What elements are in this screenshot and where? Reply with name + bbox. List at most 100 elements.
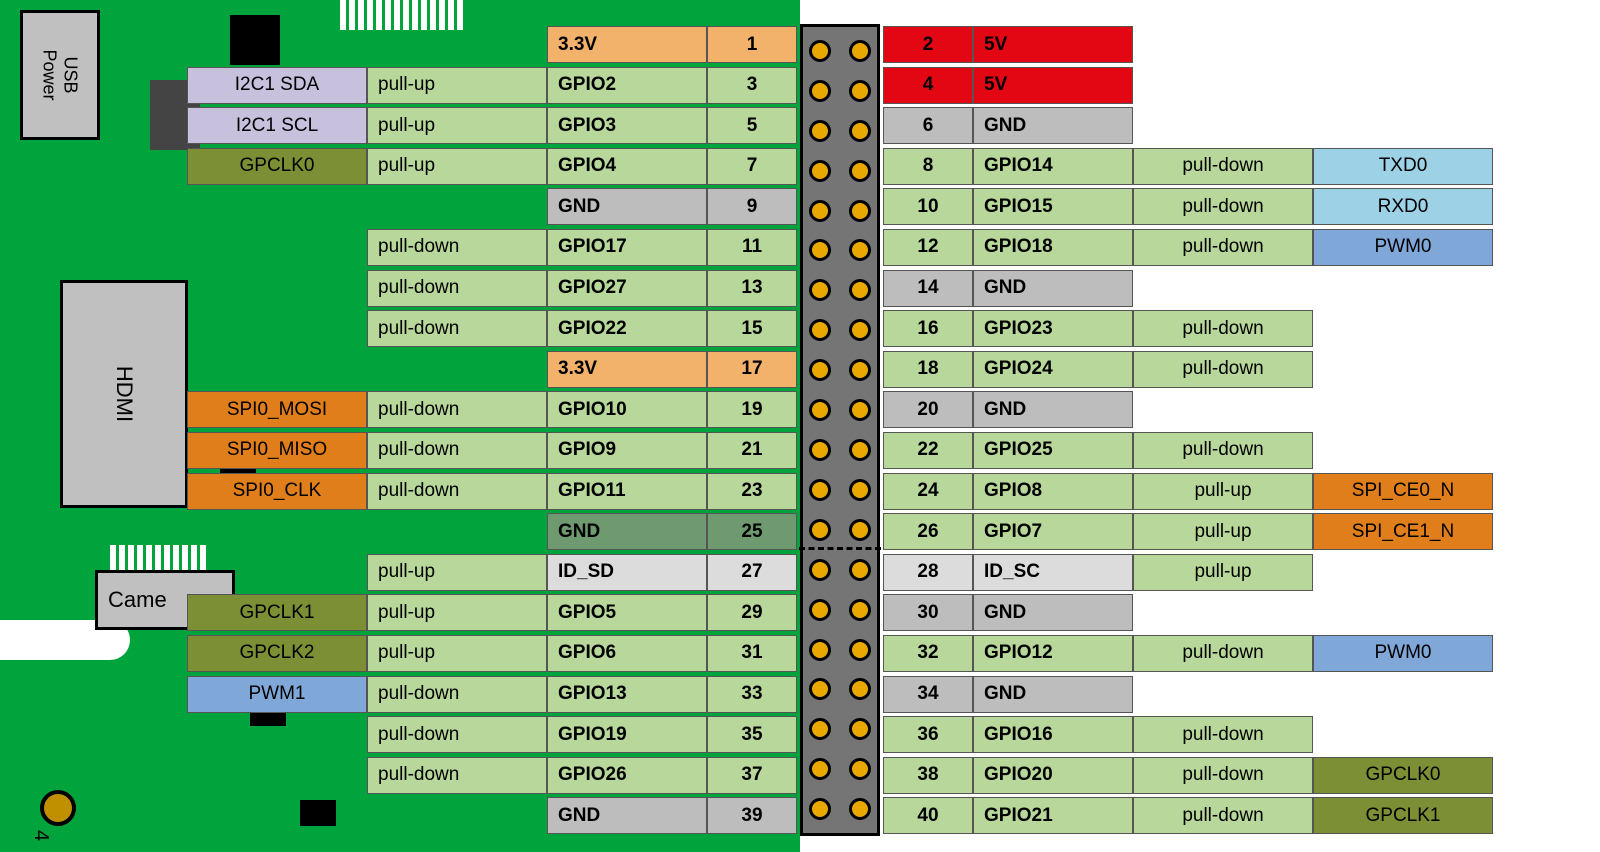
- pin-row: PWM1pull-downGPIO1333: [187, 674, 797, 715]
- gpio-pin: [849, 319, 871, 341]
- pin-number: 31: [707, 635, 797, 672]
- pin-name: GND: [973, 270, 1133, 307]
- pin-number: 10: [883, 188, 973, 225]
- pin-name: GPIO17: [547, 229, 707, 266]
- gpio-pin-row: [809, 31, 871, 71]
- gpio-pin: [809, 479, 831, 501]
- hdmi-port: HDMI: [60, 280, 188, 508]
- gpio-pin-row: [809, 270, 871, 310]
- gpio-pin: [849, 200, 871, 222]
- pin-alt-function: SPI0_MOSI: [187, 391, 367, 428]
- pin-row: pull-downGPIO2215: [367, 308, 797, 349]
- gpio-pin-row: [809, 709, 871, 749]
- pin-row: I2C1 SDApull-upGPIO23: [187, 65, 797, 106]
- pin-name: 5V: [973, 26, 1133, 63]
- pin-row: SPI0_MISOpull-downGPIO921: [187, 430, 797, 471]
- gpio-pin: [849, 678, 871, 700]
- pin-alt-function: I2C1 SCL: [187, 107, 367, 144]
- pin-number: 13: [707, 270, 797, 307]
- pin-number: 36: [883, 716, 973, 753]
- pin-row: 32GPIO12pull-downPWM0: [883, 633, 1493, 674]
- gpio-pin: [849, 798, 871, 820]
- pin-name: GPIO15: [973, 188, 1133, 225]
- pin-row: SPI0_MOSIpull-downGPIO1019: [187, 389, 797, 430]
- pin-name: GND: [547, 797, 707, 834]
- pin-alt-function: PWM0: [1313, 229, 1493, 266]
- pin-pull: pull-down: [367, 391, 547, 428]
- pin-pull: pull-down: [367, 432, 547, 469]
- mounting-hole: [40, 790, 76, 826]
- pin-name: GND: [547, 188, 707, 225]
- pin-number: 6: [883, 107, 973, 144]
- camera-label: Came: [108, 587, 167, 613]
- pin-name: GPIO19: [547, 716, 707, 753]
- pin-row: GPCLK2pull-upGPIO631: [187, 633, 797, 674]
- pin-row: GPCLK0pull-upGPIO47: [187, 146, 797, 187]
- gpio-pin: [809, 319, 831, 341]
- pin-name: GPIO2: [547, 67, 707, 104]
- pin-name: GPIO20: [973, 757, 1133, 794]
- gpio-pin-row: [809, 111, 871, 151]
- pin-name: GPIO23: [973, 310, 1133, 347]
- usb-power-port: USB Power: [20, 10, 100, 140]
- pin-pull: pull-down: [1133, 310, 1313, 347]
- pin-name: GPIO8: [973, 473, 1133, 510]
- gpio-pin: [849, 639, 871, 661]
- gpio-pin-row: [809, 670, 871, 710]
- pin-row: I2C1 SCLpull-upGPIO35: [187, 105, 797, 146]
- pin-number: 35: [707, 716, 797, 753]
- pin-name: GPIO24: [973, 351, 1133, 388]
- pin-pull: pull-down: [1133, 148, 1313, 185]
- gpio-pin: [809, 599, 831, 621]
- pin-number: 24: [883, 473, 973, 510]
- hdmi-label: HDMI: [111, 366, 137, 422]
- page-corner-number: 4: [29, 830, 52, 841]
- pin-alt-function: GPCLK2: [187, 635, 367, 672]
- pin-number: 20: [883, 391, 973, 428]
- pin-number: 4: [883, 67, 973, 104]
- pin-number: 25: [707, 513, 797, 550]
- pin-row: 30GND: [883, 592, 1133, 633]
- gpio-pin: [849, 40, 871, 62]
- pin-pull: pull-down: [367, 716, 547, 753]
- gpio-pin: [809, 120, 831, 142]
- pin-name: GND: [973, 391, 1133, 428]
- pin-number: 16: [883, 310, 973, 347]
- pin-number: 38: [883, 757, 973, 794]
- pin-row: 12GPIO18pull-downPWM0: [883, 227, 1493, 268]
- pin-name: GPIO9: [547, 432, 707, 469]
- pin-pull: pull-up: [367, 67, 547, 104]
- gpio-pin: [809, 279, 831, 301]
- pin-name: 3.3V: [547, 351, 707, 388]
- pin-labels-left: 3.3V1I2C1 SDApull-upGPIO23I2C1 SCLpull-u…: [187, 24, 797, 836]
- pin-number: 19: [707, 391, 797, 428]
- pin-row: GND9: [547, 186, 797, 227]
- pin-row: 34GND: [883, 674, 1133, 715]
- gpio-pin: [849, 160, 871, 182]
- pin-name: GPIO27: [547, 270, 707, 307]
- pin-row: 26GPIO7pull-upSPI_CE1_N: [883, 511, 1493, 552]
- pin-number: 22: [883, 432, 973, 469]
- pin-name: GND: [973, 107, 1133, 144]
- pin-number: 40: [883, 797, 973, 834]
- gpio-pin: [849, 399, 871, 421]
- pin-pull: pull-up: [367, 635, 547, 672]
- pin-number: 11: [707, 229, 797, 266]
- pin-name: GPIO7: [973, 513, 1133, 550]
- pin-row: 36GPIO16pull-down: [883, 714, 1313, 755]
- pin-number: 14: [883, 270, 973, 307]
- pin-row: pull-downGPIO2637: [367, 755, 797, 796]
- gpio-pin: [849, 239, 871, 261]
- gpio-pin-row: [809, 749, 871, 789]
- pin-pull: pull-down: [1133, 716, 1313, 753]
- pin-row: 8GPIO14pull-downTXD0: [883, 146, 1493, 187]
- gpio-pin: [849, 559, 871, 581]
- gpio-pin: [809, 519, 831, 541]
- pin-row: 24GPIO8pull-upSPI_CE0_N: [883, 471, 1493, 512]
- pin-pull: pull-down: [367, 757, 547, 794]
- pin-number: 34: [883, 676, 973, 713]
- pin-name: GPIO4: [547, 148, 707, 185]
- gpio-pin-row: [809, 191, 871, 231]
- pin-pull: pull-down: [367, 229, 547, 266]
- pin-row: 22GPIO25pull-down: [883, 430, 1313, 471]
